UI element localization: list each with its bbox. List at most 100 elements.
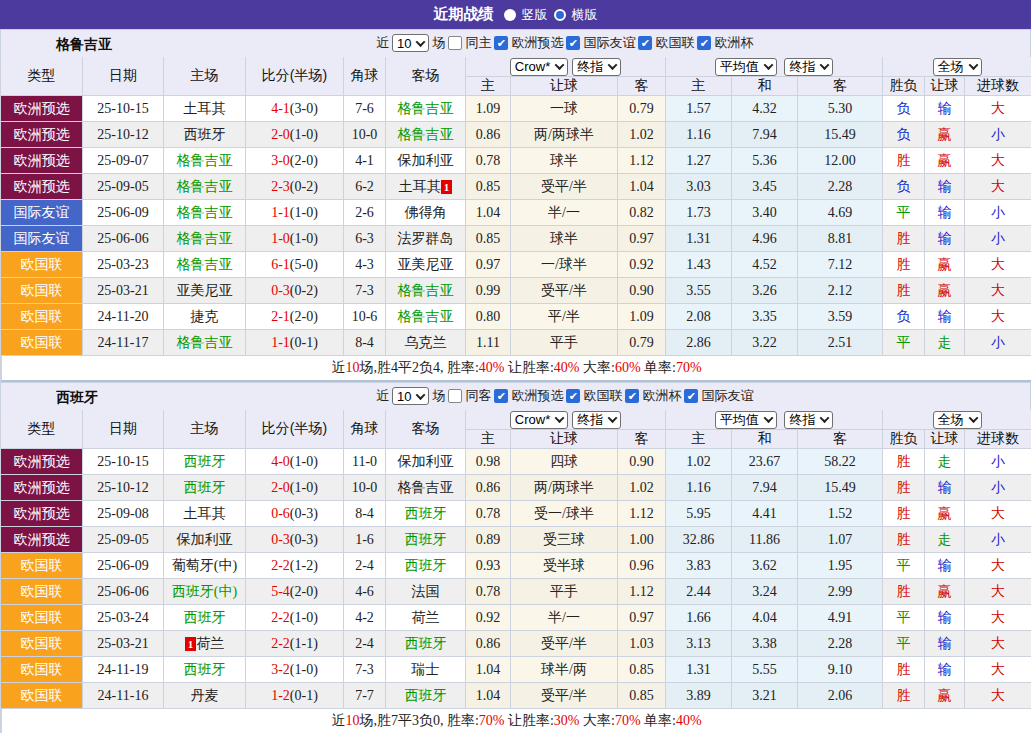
cell-date: 24-11-20: [83, 304, 164, 330]
cell-away: 格鲁吉亚: [386, 96, 466, 122]
cell-corner: 10-0: [344, 475, 386, 501]
horizontal-radio-label: 横版: [572, 6, 598, 24]
cell-score: 4-1(3-0): [246, 96, 344, 122]
match-row: 欧国联25-03-23格鲁吉亚6-1(5-0)4-3亚美尼亚0.97一/球半0.…: [1, 252, 1031, 278]
competition-checkbox[interactable]: ✔: [494, 36, 508, 50]
cell-corner: 7-3: [344, 657, 386, 683]
col-header-avg-home: 主: [666, 430, 732, 449]
match-count-select[interactable]: 10: [392, 387, 429, 405]
cell-avg-away: 1.07: [798, 527, 883, 553]
chevron-down-icon: [763, 60, 773, 70]
cell-avg-away: 12.00: [798, 148, 883, 174]
odds-time-select[interactable]: 终指: [572, 58, 621, 76]
cell-crow-away: 0.96: [618, 553, 666, 579]
cell-goals: 小: [965, 200, 1031, 226]
cell-avg-draw: 3.45: [732, 174, 798, 200]
match-row: 欧国联25-06-06西班牙(中)5-4(2-0)4-6法国0.78平手1.12…: [1, 579, 1031, 605]
cell-home: 保加利亚: [164, 527, 246, 553]
cell-crow-handicap: 一球: [511, 96, 618, 122]
cell-crow-home: 0.85: [466, 174, 511, 200]
cell-avg-home: 1.31: [666, 226, 732, 252]
cell-avg-away: 15.49: [798, 475, 883, 501]
competition-checkbox[interactable]: ✔: [638, 36, 652, 50]
cell-result: 平: [883, 553, 925, 579]
vertical-radio-label: 竖版: [522, 6, 548, 24]
cell-crow-handicap: 两/两球半: [511, 475, 618, 501]
avg-source-select[interactable]: 平均值: [715, 58, 777, 76]
match-row: 欧洲预选25-09-05格鲁吉亚2-3(0-2)6-2土耳其10.85受平/半1…: [1, 174, 1031, 200]
match-row: 欧国联24-11-16丹麦1-2(0-1)7-7西班牙1.04受平/半0.853…: [1, 683, 1031, 709]
chevron-down-icon: [416, 37, 426, 47]
cell-crow-home: 0.80: [466, 304, 511, 330]
cell-date: 25-03-21: [83, 631, 164, 657]
cell-corner: 6-2: [344, 174, 386, 200]
competition-label: 欧洲预选: [511, 34, 563, 52]
competition-checkbox[interactable]: ✔: [566, 36, 580, 50]
odds-source-select[interactable]: Crow*: [510, 58, 568, 76]
cell-avg-draw: 4.04: [732, 605, 798, 631]
cell-handicap-result: 赢: [925, 683, 965, 709]
competition-label: 欧洲杯: [642, 387, 681, 405]
cell-result: 胜: [883, 252, 925, 278]
period-select[interactable]: 全场: [933, 58, 982, 76]
cell-crow-handicap: 球半: [511, 148, 618, 174]
cell-home: 西班牙: [164, 475, 246, 501]
avg-source-select[interactable]: 平均值: [715, 411, 777, 429]
cell-crow-handicap: 受平/半: [511, 631, 618, 657]
cell-avg-draw: 3.35: [732, 304, 798, 330]
competition-checkbox[interactable]: ✔: [566, 389, 580, 403]
cell-type: 欧国联: [1, 631, 83, 657]
horizontal-layout-radio[interactable]: [554, 9, 566, 21]
cell-date: 25-10-12: [83, 475, 164, 501]
avg-time-select[interactable]: 终指: [784, 58, 833, 76]
cell-crow-away: 0.79: [618, 330, 666, 356]
vertical-layout-radio[interactable]: [504, 9, 516, 21]
cell-result: 平: [883, 200, 925, 226]
same-venue-checkbox[interactable]: [448, 36, 462, 50]
competition-checkbox[interactable]: ✔: [697, 36, 711, 50]
cell-type: 欧洲预选: [1, 174, 83, 200]
odds-time-select[interactable]: 终指: [572, 411, 621, 429]
cell-avg-home: 2.08: [666, 304, 732, 330]
period-select[interactable]: 全场: [933, 411, 982, 429]
cell-crow-away: 0.90: [618, 449, 666, 475]
match-row: 欧洲预选25-10-15西班牙4-0(1-0)11-0保加利亚0.98四球0.9…: [1, 449, 1031, 475]
matches-table: 类型日期主场比分(半场)角球客场Crow* 终指平均值 终指全场主让球客主和客胜…: [0, 410, 1031, 733]
odds-source-select[interactable]: Crow*: [510, 411, 568, 429]
same-venue-checkbox[interactable]: [448, 389, 462, 403]
cell-score: 2-2(1-2): [246, 553, 344, 579]
cell-result: 胜: [883, 278, 925, 304]
chevron-down-icon: [416, 390, 426, 400]
cell-corner: 4-1: [344, 148, 386, 174]
cell-avg-draw: 23.67: [732, 449, 798, 475]
col-header-date: 日期: [83, 57, 164, 96]
cell-crow-home: 1.09: [466, 96, 511, 122]
avg-time-select[interactable]: 终指: [784, 411, 833, 429]
col-header-avg-away: 客: [798, 430, 883, 449]
cell-corner: 8-4: [344, 330, 386, 356]
cell-handicap-result: 输: [925, 174, 965, 200]
rank-badge: 1: [441, 180, 453, 194]
section-header: 格鲁吉亚近 10场 同主✔欧洲预选✔国际友谊✔欧国联✔欧洲杯: [0, 29, 1031, 57]
competition-checkbox[interactable]: ✔: [684, 389, 698, 403]
cell-result: 胜: [883, 683, 925, 709]
match-row: 欧国联25-03-24西班牙2-2(1-0)4-2荷兰0.92半/一0.971.…: [1, 605, 1031, 631]
odds-group-avg: 平均值 终指: [666, 410, 883, 430]
cell-type: 欧洲预选: [1, 501, 83, 527]
cell-home: 亚美尼亚: [164, 278, 246, 304]
competition-checkbox[interactable]: ✔: [625, 389, 639, 403]
cell-corner: 10-6: [344, 304, 386, 330]
result-group: 全场: [883, 410, 1031, 430]
cell-avg-away: 2.51: [798, 330, 883, 356]
competition-label: 欧国联: [583, 387, 622, 405]
cell-crow-away: 0.79: [618, 96, 666, 122]
cell-corner: 8-4: [344, 501, 386, 527]
match-count-select[interactable]: 10: [392, 34, 429, 52]
cell-avg-away: 2.12: [798, 278, 883, 304]
col-header-result: 胜负: [883, 430, 925, 449]
cell-score: 2-0(1-0): [246, 122, 344, 148]
competition-checkbox[interactable]: ✔: [494, 389, 508, 403]
cell-away: 乌克兰: [386, 330, 466, 356]
cell-type: 欧国联: [1, 683, 83, 709]
cell-corner: 7-7: [344, 683, 386, 709]
